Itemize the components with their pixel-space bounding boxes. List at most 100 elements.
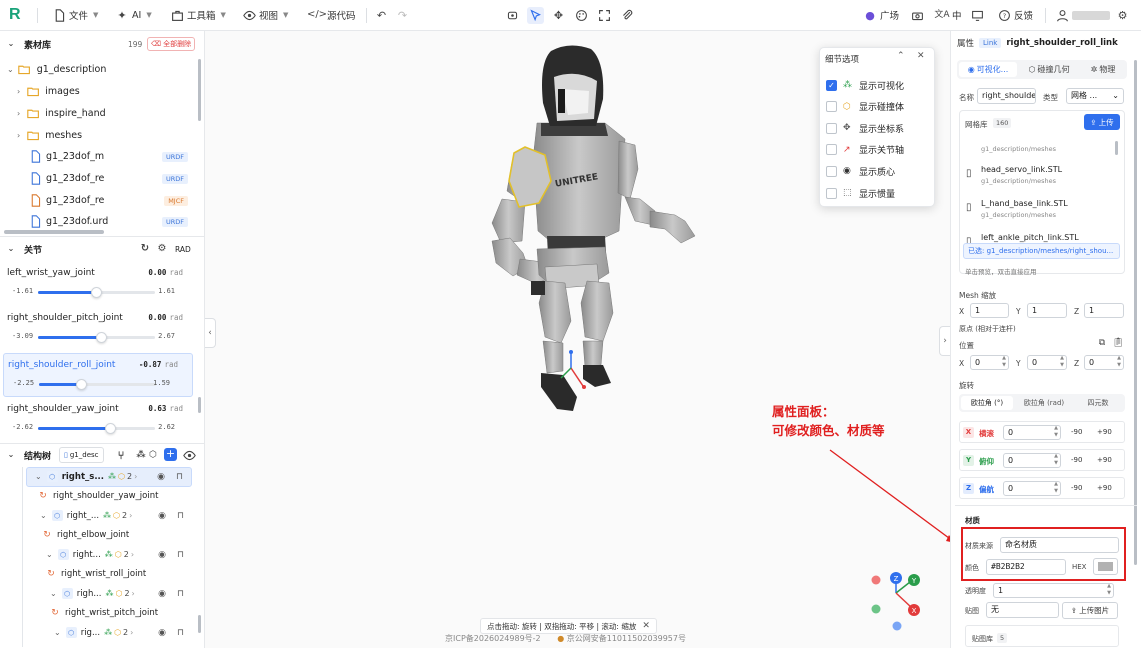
vertical-scrollbar[interactable] [1134,60,1137,565]
joint-slider-track[interactable] [39,379,156,390]
chevron-up-icon[interactable]: ⌃ [897,51,905,61]
mesh-item[interactable]: ▯ L_hand_base_link.STL g1_description/mesh… [965,197,1110,227]
lock-icon[interactable]: ⊓ [177,589,184,599]
rotation-input[interactable]: 0 ▲ ▼ [1003,481,1061,496]
lock-icon[interactable]: ⊓ [177,550,184,560]
feedback-button[interactable]: ? 反馈 [997,8,1033,22]
delete-all-button[interactable]: ⌫ 全部删除 [147,37,196,51]
type-select[interactable]: 网格 ... ⌄ [1066,88,1124,104]
joint-value[interactable]: 0.00 rad [148,313,183,322]
icp-footer[interactable]: 京ICP备2026024989号-2 ● 京公网安备11011502039957… [445,633,686,644]
eye-icon[interactable] [182,448,196,462]
menu-ai[interactable]: ✦ AI ▼ [115,8,151,22]
redo-button[interactable]: ↷ [394,7,411,24]
checkbox[interactable]: ✓ [826,79,837,91]
structure-link-row[interactable]: ⌄ ⬡ rig... ⁂ ⬡ 2 › ◉ ⊓ [52,623,192,643]
checkbox[interactable] [826,165,837,177]
tab-physics[interactable]: ✲ 物理 [1081,62,1125,77]
tree-folder-inspire-hand[interactable]: › inspire_hand [0,103,200,124]
opacity-input[interactable]: 1 ▲ ▼ [993,583,1114,598]
tree-file[interactable]: g1_23dof.urd URDF [0,211,200,232]
checkbox[interactable] [826,101,837,113]
color-swatch-button[interactable] [1093,558,1118,575]
undo-button[interactable]: ↶ [373,7,390,24]
checkbox[interactable] [826,187,837,199]
name-input[interactable]: right_shoulde [977,88,1036,104]
lock-icon[interactable]: ⊓ [177,628,184,638]
detail-option-row[interactable]: ✓ ⁂ 显示可视化 [826,76,904,94]
checkbox[interactable] [826,144,837,156]
eye-icon[interactable]: ◉ [157,472,165,482]
tab-collision[interactable]: ⬡ 碰撞几何 [1021,62,1077,77]
joint-slider-handle[interactable] [105,423,117,434]
eye-icon[interactable]: ◉ [158,511,166,521]
structure-joint-row[interactable]: ↻ right_elbow_joint [42,526,129,546]
joint-slider-handle[interactable] [95,332,107,343]
rotation-input[interactable]: 0 ▲ ▼ [1003,425,1061,440]
joint-slider-track[interactable] [38,332,155,343]
stepper-icon[interactable]: ▲ ▼ [1002,356,1006,369]
rotation-min-button[interactable]: -90 [1071,484,1082,492]
language-button[interactable]: 文A 中 [934,8,961,22]
mesh-item[interactable]: ▯ head_servo_link.STL g1_description/meshe… [965,163,1110,193]
stepper-icon[interactable]: ▲ ▼ [1117,356,1121,369]
stepper-icon[interactable]: ▲ ▼ [1054,426,1058,439]
add-button[interactable]: + [164,448,177,461]
palette-button[interactable] [573,7,590,24]
joint-slider-row[interactable]: right_shoulder_pitch_joint 0.00 rad -3.09 2.… [0,307,200,351]
focus-view-button[interactable] [504,7,521,24]
joint-value[interactable]: -0.87 rad [139,360,178,369]
joint-slider-handle[interactable] [91,287,102,298]
structure-joint-row[interactable]: ↻ right_shoulder_yaw_joint [38,487,158,507]
upload-image-button[interactable]: ⇪ 上传图片 [1062,602,1118,619]
detail-option-row[interactable]: ✥ 显示坐标系 [826,119,904,137]
material-source-input[interactable]: 命名材质 [1000,537,1119,553]
joint-value[interactable]: 0.00 rad [148,268,183,277]
joint-slider-row[interactable]: left_wrist_yaw_joint 0.00 rad -1.61 1.61 [0,262,200,306]
menu-view[interactable]: 视图 ▼ [242,8,288,22]
rotation-min-button[interactable]: -90 [1071,456,1082,464]
unit-toggle[interactable]: RAD [175,245,191,254]
mesh-list-scrollbar[interactable] [1115,141,1118,155]
position-y-input[interactable]: 0 ▲ ▼ [1027,355,1067,370]
chevron-down-icon[interactable]: ⌄ [4,37,18,51]
joint-slider-handle[interactable] [75,379,87,390]
color-hex-input[interactable]: #B2B2B2 [986,559,1066,575]
stepper-icon[interactable]: ▲ ▼ [1054,454,1058,467]
structure-link-row[interactable]: ⌄ ⬡ right_... ⁂ ⬡ 2 › ◉ ⊓ [38,506,192,526]
monitor-button[interactable] [969,7,986,24]
move-tool-button[interactable]: ✥ [550,7,567,24]
upload-button[interactable]: ⇪ 上传 [1084,114,1120,130]
close-icon[interactable]: ✕ [642,621,650,631]
icp-text[interactable]: 京ICP备2026024989号-2 [445,634,541,643]
measure-button[interactable] [619,7,636,24]
tree-folder-images[interactable]: › images [0,81,200,102]
tab-euler-deg[interactable]: 欧拉角 (°) [961,396,1013,410]
settings-button[interactable]: ⚙ [1114,7,1131,24]
rotation-max-button[interactable]: +90 [1097,484,1112,492]
checkbox[interactable] [826,122,837,134]
vertical-scrollbar[interactable] [198,397,201,413]
joint-slider-row[interactable]: right_shoulder_roll_joint -0.87 rad -2.25 1.… [3,353,193,397]
collapse-right-panel-button[interactable]: › [939,326,950,356]
collapse-left-panel-button[interactable]: ‹ [205,318,216,348]
robot-selector[interactable]: ▯ g1_desc [59,447,104,463]
eye-icon[interactable]: ◉ [158,589,166,599]
rotation-max-button[interactable]: +90 [1097,456,1112,464]
tree-folder-meshes[interactable]: › meshes [0,125,200,146]
tab-visual[interactable]: ◉ 可视化... [959,62,1017,77]
stepper-icon[interactable]: ▲ ▼ [1107,584,1111,597]
structure-joint-row[interactable]: ↻ right_wrist_pitch_joint [50,604,158,624]
menu-file[interactable]: 文件 ▼ [52,8,98,22]
robot-model[interactable]: UNITREE [491,45,696,411]
police-text[interactable]: 京公网安备11011502039957号 [567,634,686,643]
reset-icon[interactable]: ↻ [138,242,152,256]
tab-quaternion[interactable]: 四元数 [1074,396,1122,410]
lock-icon[interactable]: ⊓ [176,472,183,482]
shape-filter-icon[interactable]: ⬡ [146,448,160,462]
eye-icon[interactable]: ◉ [158,550,166,560]
joint-slider-row[interactable]: right_shoulder_yaw_joint 0.63 rad -2.62 2.62 [0,398,200,442]
detail-option-row[interactable]: ⬚ 显示惯量 [826,184,895,202]
structure-joint-row[interactable]: ↻ right_wrist_roll_joint [46,565,146,585]
tree-file[interactable]: g1_23dof_m URDF [0,146,200,167]
